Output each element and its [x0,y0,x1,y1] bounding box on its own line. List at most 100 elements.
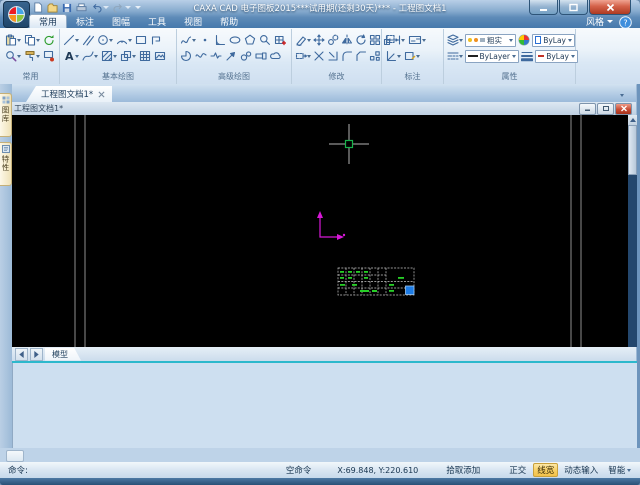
layer-select[interactable]: 粗实 [465,34,516,47]
cloud-line-button[interactable] [269,50,283,62]
stretch-button[interactable] [294,50,312,62]
sidebar-tab-properties[interactable]: 特性 [0,142,12,186]
prev-sheet-button[interactable] [15,348,28,361]
explode-button[interactable] [368,50,382,62]
fillet-button[interactable] [340,50,354,62]
command-history-pane[interactable] [12,363,637,448]
tab-close-icon[interactable] [98,91,105,98]
break-line-button[interactable] [209,50,223,62]
chamfer-button[interactable] [354,50,368,62]
tab-help[interactable]: 帮助 [211,14,247,28]
scrollbar-thumb[interactable] [628,125,637,175]
dimension-edit-button[interactable] [403,50,421,62]
shaft-button[interactable] [254,50,268,62]
mirror-button[interactable] [340,34,354,46]
ortho-toggle[interactable]: 正交 [506,464,529,476]
point-button[interactable] [198,34,212,46]
sidebar-tab-library[interactable]: 图库 [0,93,12,137]
format-painter-button[interactable] [23,50,41,62]
print-button[interactable] [76,3,87,13]
text-button[interactable]: A [62,50,80,62]
spline-button[interactable] [81,50,99,62]
circle-button[interactable] [96,34,114,46]
style-button[interactable]: 风格 [586,15,613,28]
scroll-up-button[interactable] [628,115,637,125]
rotate-button[interactable] [354,34,368,46]
parallel-button[interactable] [81,34,95,46]
tab-view[interactable]: 视图 [175,14,211,28]
dimension-style-button[interactable] [407,34,427,46]
layers-button[interactable] [446,34,464,46]
lineweight-select[interactable]: ByLay [535,50,578,63]
child-restore-button[interactable] [597,103,614,115]
image-button[interactable] [153,50,167,62]
move-button[interactable] [312,34,326,46]
smart-pick-toggle[interactable]: 智能 [605,464,634,476]
qat-customize-button[interactable] [135,3,141,12]
dynamic-input-toggle[interactable]: 动态输入 [561,464,601,476]
child-close-button[interactable] [615,103,632,115]
color-wheel-button[interactable] [517,34,531,46]
polygon-button[interactable] [243,34,257,46]
linetype-button[interactable] [446,50,464,62]
color-select[interactable]: ByLay [532,34,575,47]
maximize-button[interactable] [559,0,588,15]
open-button[interactable] [47,3,58,13]
child-minimize-button[interactable] [579,103,596,115]
trim-button[interactable] [312,50,326,62]
redo-button[interactable] [113,3,131,13]
copy-button[interactable] [23,34,41,46]
ellipse-button[interactable] [228,34,242,46]
paste-button[interactable] [4,34,22,46]
grid-button[interactable] [138,50,152,62]
tab-common[interactable]: 常用 [29,14,67,28]
command-input-tab[interactable] [6,450,24,462]
line-button[interactable] [62,34,80,46]
extend-button[interactable] [326,50,340,62]
copy-offset-button[interactable] [326,34,340,46]
tab-dimension[interactable]: 标注 [67,14,103,28]
linewidth-toggle[interactable]: 线宽 [533,463,558,477]
close-button[interactable] [589,0,631,15]
pie-button[interactable] [179,50,193,62]
undo-button[interactable] [91,3,109,13]
arc-button[interactable] [115,34,133,46]
arrow-button[interactable] [224,50,238,62]
linetype-select[interactable]: ByLayer [465,50,519,63]
angle-line-button[interactable] [213,34,227,46]
table-button[interactable] [273,34,287,46]
local-magnify-button[interactable] [258,34,272,46]
dimension-button[interactable] [384,34,406,46]
zoom-button[interactable] [4,50,22,62]
drawing-canvas[interactable] [12,115,628,347]
document-tab[interactable]: 工程图文档1* [26,86,112,102]
new-button[interactable] [33,2,43,13]
rectangle-button[interactable] [134,34,148,46]
hatch-button[interactable] [100,50,118,62]
grip-handle[interactable] [406,286,415,295]
help-button[interactable]: ? [619,14,632,27]
lineweight-button[interactable] [520,50,534,62]
gear-button[interactable] [239,50,253,62]
model-tab[interactable]: 模型 [45,348,81,361]
array-button[interactable] [368,34,382,46]
coordinate-dimension-button[interactable] [384,50,402,62]
vertical-scrollbar[interactable] [628,115,637,347]
delete-button[interactable] [294,34,312,46]
refresh-button[interactable] [42,34,56,46]
block-button[interactable] [119,50,137,62]
save-button[interactable] [62,3,72,13]
polyline-button[interactable] [149,34,163,46]
tab-sheet[interactable]: 图幅 [103,14,139,28]
pickbox [346,141,353,148]
curve-button[interactable] [179,34,197,46]
tab-list-caret-icon[interactable] [620,94,624,99]
wave-line-button[interactable] [194,50,208,62]
app-menu-button[interactable] [3,1,30,28]
undo-caret-icon[interactable] [103,6,109,12]
minimize-button[interactable] [529,0,558,15]
redo-caret-icon[interactable] [125,6,131,12]
next-sheet-button[interactable] [30,348,43,361]
update-display-button[interactable] [42,50,56,62]
tab-tools[interactable]: 工具 [139,14,175,28]
